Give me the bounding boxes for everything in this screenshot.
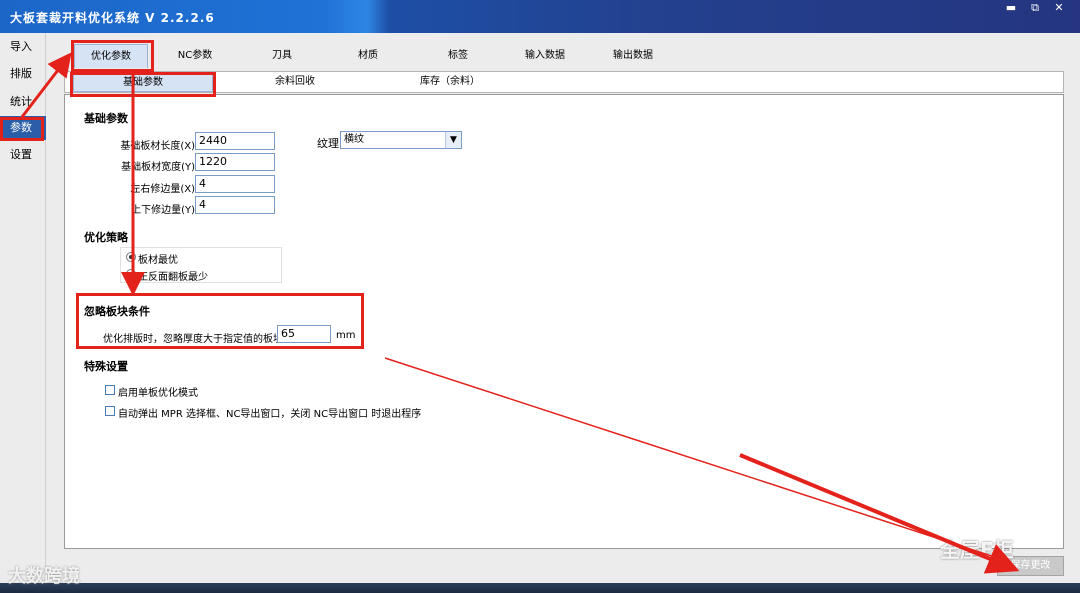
section-special-heading: 特殊设置 — [84, 360, 128, 373]
lr-trim-input[interactable]: 4 — [195, 175, 275, 193]
watermark-right: 全屋E柜 — [940, 538, 1014, 562]
checkbox-auto-popup[interactable] — [105, 406, 115, 416]
radio-board-optimal[interactable] — [126, 252, 136, 262]
subtab-remnant-recovery[interactable]: 余料回收 — [245, 72, 345, 92]
radio-board-optimal-label: 板材最优 — [138, 255, 178, 266]
watermark-left: 大数跨境 — [8, 566, 80, 587]
annotation-box-subtab — [70, 72, 216, 97]
annotation-box-sidebar — [0, 117, 44, 141]
checkbox-single-board-mode-label: 启用单板优化模式 — [118, 388, 198, 399]
tab-input-data[interactable]: 输入数据 — [512, 44, 578, 68]
minimize-icon[interactable]: ▬ — [1000, 0, 1022, 18]
tb-trim-input[interactable]: 4 — [195, 196, 275, 214]
radio-min-flips-label: 正反面翻板最少 — [138, 272, 208, 283]
field-label-board-width: 基础板材宽度(Y) — [121, 162, 195, 173]
close-icon[interactable]: ✕ — [1048, 0, 1070, 18]
os-taskbar — [0, 583, 1080, 593]
checkbox-auto-popup-label: 自动弹出 MPR 选择框、NC导出窗口，关闭 NC导出窗口 时退出程序 — [118, 409, 422, 420]
checkbox-single-board-mode[interactable] — [105, 385, 115, 395]
radio-min-flips[interactable] — [126, 269, 136, 279]
sidebar-item-layout[interactable]: 排版 — [0, 62, 46, 86]
tab-labels[interactable]: 标签 — [428, 44, 488, 68]
subtab-stock[interactable]: 库存（余料） — [395, 72, 505, 92]
sidebar-item-settings[interactable]: 设置 — [0, 143, 46, 167]
restore-icon[interactable]: ⧉ — [1024, 0, 1046, 18]
section-strategy-heading: 优化策略 — [84, 231, 128, 244]
tab-material[interactable]: 材质 — [338, 44, 398, 68]
title-bar: 大板套裁开料优化系统 V 2.2.2.6 ▬ ⧉ ✕ — [0, 0, 1080, 33]
board-width-input[interactable]: 1220 — [195, 153, 275, 171]
sidebar-item-stats[interactable]: 统计 — [0, 90, 46, 114]
tab-nc-params[interactable]: NC参数 — [162, 44, 228, 68]
sidebar-item-import[interactable]: 导入 — [0, 35, 46, 59]
field-label-board-length: 基础板材长度(X) — [120, 141, 195, 152]
grain-select-value: 横纹 — [344, 134, 364, 145]
tab-output-data[interactable]: 输出数据 — [600, 44, 666, 68]
field-label-lr-trim: 左右修边量(X) — [130, 184, 195, 195]
annotation-box-ignore — [76, 293, 364, 349]
field-label-tb-trim: 上下修边量(Y) — [131, 205, 195, 216]
chevron-down-icon[interactable]: ▼ — [445, 132, 461, 148]
window-controls: ▬ ⧉ ✕ — [1000, 0, 1070, 18]
grain-select[interactable]: 横纹 ▼ — [340, 131, 462, 149]
grain-label: 纹理 — [317, 137, 339, 150]
tab-tools[interactable]: 刀具 — [252, 44, 312, 68]
sidebar: 导入 排版 统计 参数 设置 — [0, 33, 46, 583]
annotation-box-tab — [71, 40, 154, 72]
section-basic-heading: 基础参数 — [84, 112, 128, 125]
board-length-input[interactable]: 2440 — [195, 132, 275, 150]
window-title: 大板套裁开料优化系统 V 2.2.2.6 — [10, 11, 215, 25]
main-tab-strip: 优化参数 NC参数 刀具 材质 标签 输入数据 输出数据 — [62, 44, 1070, 68]
